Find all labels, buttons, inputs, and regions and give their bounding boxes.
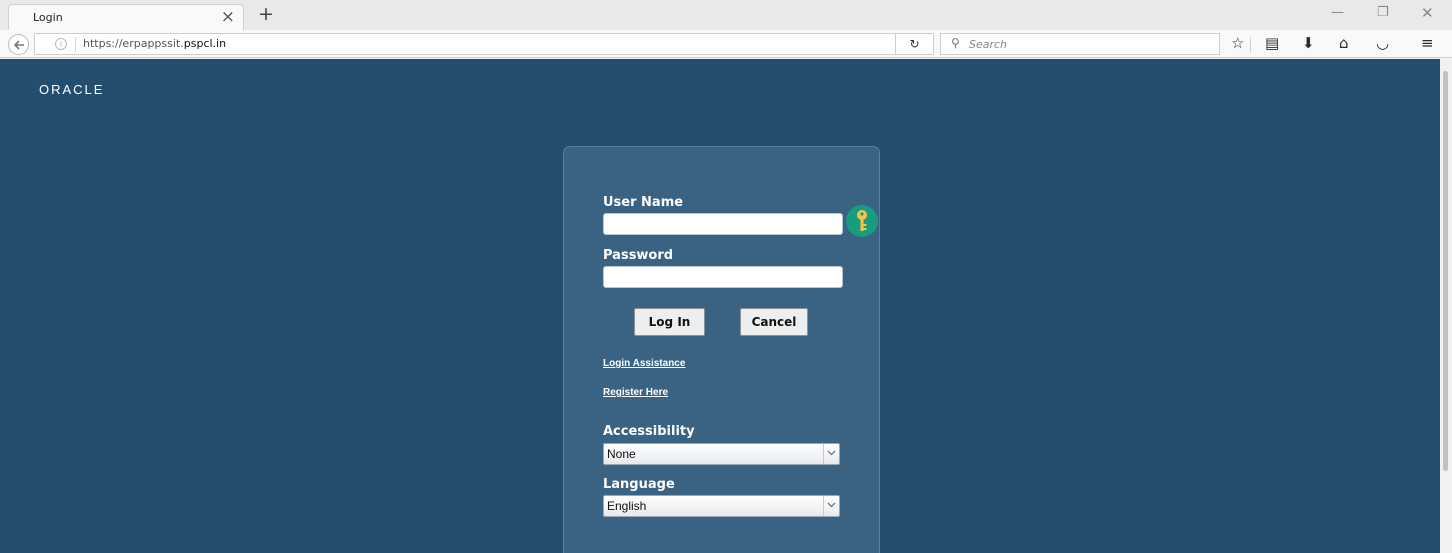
language-select[interactable]: English bbox=[603, 495, 840, 517]
username-label: User Name bbox=[603, 195, 684, 210]
url-text: https://erpappssit.pspcl.in bbox=[83, 37, 226, 50]
key-icon[interactable] bbox=[845, 204, 879, 238]
register-link[interactable]: Register Here bbox=[603, 387, 668, 398]
tab-title: Login bbox=[33, 11, 63, 24]
back-button[interactable] bbox=[8, 34, 29, 55]
tab-login[interactable]: Login × bbox=[8, 4, 244, 30]
chevron-down-icon bbox=[827, 450, 836, 456]
url-bar[interactable]: i https://erpappssit.pspcl.in ↻ bbox=[34, 33, 934, 55]
home-icon[interactable]: ⌂ bbox=[1339, 34, 1349, 52]
login-panel: User Name Password Log In Cancel Login A… bbox=[563, 146, 880, 553]
new-tab-icon[interactable]: + bbox=[258, 2, 274, 26]
accessibility-value: None bbox=[607, 447, 636, 461]
url-separator bbox=[75, 37, 76, 52]
search-placeholder: Search bbox=[969, 38, 1008, 51]
bookmark-star-icon[interactable]: ☆ bbox=[1231, 34, 1244, 52]
accessibility-select[interactable]: None bbox=[603, 443, 840, 465]
back-arrow-icon bbox=[13, 40, 24, 50]
restore-icon[interactable]: ❐ bbox=[1377, 4, 1389, 22]
login-button[interactable]: Log In bbox=[634, 308, 705, 336]
accessibility-dropdown-arrow[interactable] bbox=[823, 444, 839, 464]
bookmarks-library-icon[interactable]: ▤ bbox=[1265, 34, 1279, 52]
password-input[interactable] bbox=[603, 266, 843, 288]
language-dropdown-arrow[interactable] bbox=[823, 496, 839, 516]
info-icon[interactable]: i bbox=[55, 38, 67, 50]
tab-strip: Login × + — ❐ ✕ bbox=[0, 0, 1452, 30]
scrollbar-thumb[interactable] bbox=[1443, 71, 1448, 471]
chevron-down-icon bbox=[827, 502, 836, 508]
search-icon: ⚲ bbox=[951, 36, 960, 50]
minimize-icon[interactable]: — bbox=[1331, 4, 1344, 22]
accessibility-label: Accessibility bbox=[603, 424, 695, 439]
download-icon[interactable]: ⬇ bbox=[1302, 34, 1315, 52]
password-label: Password bbox=[603, 248, 674, 263]
pocket-icon[interactable]: ◡ bbox=[1376, 34, 1389, 52]
login-assistance-link[interactable]: Login Assistance bbox=[603, 358, 685, 369]
search-input[interactable]: ⚲ Search bbox=[940, 33, 1220, 55]
language-value: English bbox=[607, 499, 647, 513]
language-label: Language bbox=[603, 477, 675, 492]
cancel-button[interactable]: Cancel bbox=[740, 308, 808, 336]
oracle-logo: ORACLE bbox=[39, 82, 105, 97]
menu-icon[interactable]: ≡ bbox=[1421, 34, 1434, 52]
window-close-icon[interactable]: ✕ bbox=[1421, 4, 1434, 22]
close-tab-icon[interactable]: × bbox=[221, 6, 235, 28]
username-input[interactable] bbox=[603, 213, 843, 235]
reload-icon[interactable]: ↻ bbox=[895, 34, 933, 54]
toolbar-separator bbox=[1250, 37, 1251, 52]
url-domain: pspcl.in bbox=[183, 37, 227, 50]
scrollbar[interactable] bbox=[1440, 59, 1452, 553]
url-prefix: https://erpappssit. bbox=[83, 37, 184, 50]
